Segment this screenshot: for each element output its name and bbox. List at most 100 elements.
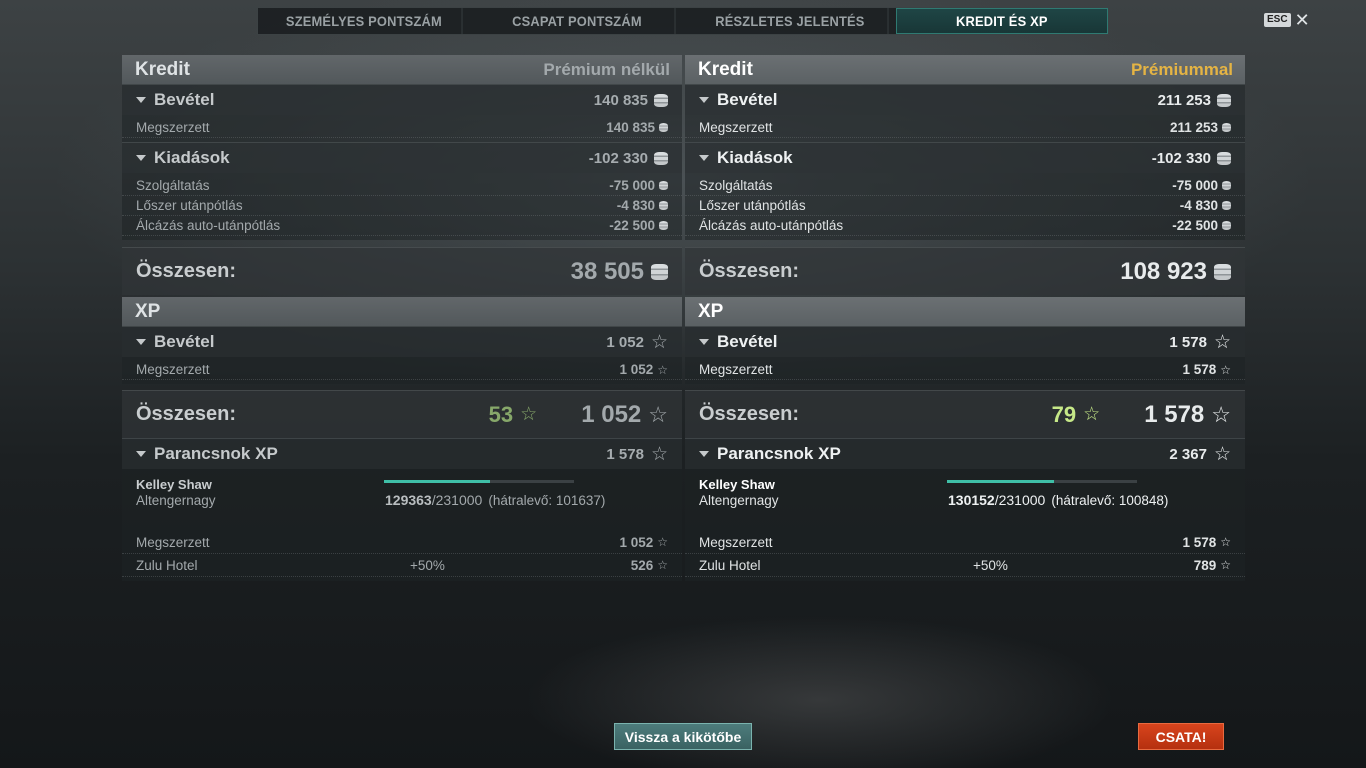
camo-label: Álcázás auto-utánpótlás: [699, 218, 844, 233]
collapse-triangle-icon[interactable]: [136, 97, 146, 103]
commander-xp-label: Parancsnok XP: [717, 444, 841, 463]
star-icon: ☆: [657, 558, 668, 572]
xp-income-value: 1 578: [1169, 333, 1207, 351]
commander-xp-progress: 129363/231000 (hátralevő: 101637): [385, 492, 605, 508]
collapse-triangle-icon[interactable]: [699, 97, 709, 103]
bonus-row: Zulu Hotel +50% 789 ☆: [685, 554, 1245, 577]
ammo-label: Lőszer utánpótlás: [699, 198, 806, 213]
collapse-triangle-icon[interactable]: [699, 451, 709, 457]
total-label: Összesen:: [136, 260, 237, 282]
xp-header: XP: [685, 297, 1245, 326]
xp-income-value: 1 052: [606, 333, 644, 351]
income-value: 211 253: [1157, 91, 1211, 109]
panel-no-premium: Kredit Prémium nélkül Bevétel 140 835 Me…: [122, 55, 682, 581]
panel-premium: Kredit Prémiummal Bevétel 211 253 Megsze…: [685, 55, 1245, 581]
xp-total-label: Összesen:: [699, 403, 800, 425]
free-xp-value: 53: [488, 401, 514, 427]
collapse-triangle-icon[interactable]: [699, 155, 709, 161]
star-icon: ☆: [1211, 401, 1231, 427]
xp-income-section[interactable]: Bevétel 1 578 ☆: [685, 326, 1245, 357]
credit-coin-icon: [1222, 221, 1231, 230]
income-section[interactable]: Bevétel 140 835: [122, 84, 682, 115]
star-icon: ☆: [1213, 331, 1231, 353]
service-label: Szolgáltatás: [136, 178, 210, 193]
collapse-triangle-icon[interactable]: [136, 155, 146, 161]
commander-earned-row: Megszerzett 1 052 ☆: [122, 531, 682, 554]
credit-title: Kredit: [698, 58, 753, 80]
tab-detailed-report[interactable]: RÉSZLETES JELENTÉS: [692, 8, 888, 34]
back-to-port-button[interactable]: Vissza a kikötőbe: [614, 723, 752, 750]
collapse-triangle-icon[interactable]: [136, 339, 146, 345]
credit-title: Kredit: [135, 58, 190, 80]
credit-header: Kredit Prémiummal: [685, 55, 1245, 84]
xp-header: XP: [122, 297, 682, 326]
earned-label: Megszerzett: [699, 120, 773, 135]
ammo-label: Lőszer utánpótlás: [136, 198, 243, 213]
progress-fill: [947, 480, 1054, 483]
service-row: Szolgáltatás -75 000: [122, 176, 682, 196]
close-icon[interactable]: ✕: [1295, 11, 1310, 29]
tab-personal-score[interactable]: SZEMÉLYES PONTSZÁM: [267, 8, 463, 34]
commander-xp-remaining: (hátralevő: 101637): [488, 493, 606, 508]
bonus-value: 789: [1193, 557, 1217, 573]
income-label: Bevétel: [717, 90, 778, 109]
esc-close[interactable]: ESC ✕: [1264, 11, 1310, 29]
collapse-triangle-icon[interactable]: [699, 339, 709, 345]
xp-total-label: Összesen:: [136, 403, 237, 425]
service-value: -75 000: [609, 178, 655, 193]
commander-xp-max: /231000: [431, 492, 483, 508]
esc-key-icon: ESC: [1264, 13, 1291, 27]
commander-xp-section[interactable]: Parancsnok XP 1 578 ☆: [122, 438, 682, 469]
xp-income-label: Bevétel: [154, 332, 215, 351]
credit-coin-icon: [1222, 123, 1231, 132]
credit-subtitle: Prémium nélkül: [543, 59, 670, 79]
commander-info: Kelley Shaw Altengernagy 130152/231000 (h…: [685, 469, 1245, 531]
credit-total: Összesen: 108 923: [685, 247, 1245, 295]
credit-coin-icon: [659, 221, 668, 230]
commander-xp-value: 1 578: [606, 445, 644, 463]
expenses-section[interactable]: Kiadások -102 330: [122, 142, 682, 173]
bonus-label: Zulu Hotel: [699, 557, 761, 573]
total-value: 38 505: [570, 257, 644, 285]
income-value: 140 835: [593, 91, 648, 109]
earned-row: Megszerzett 211 253: [685, 118, 1245, 138]
earned-value: 140 835: [606, 120, 655, 135]
xp-earned-value: 1 578: [1182, 362, 1217, 377]
tab-team-score[interactable]: CSAPAT PONTSZÁM: [479, 8, 675, 34]
bonus-row: Zulu Hotel +50% 526 ☆: [122, 554, 682, 577]
credit-total: Összesen: 38 505: [122, 247, 682, 295]
xp-earned-label: Megszerzett: [136, 362, 210, 377]
expenses-label: Kiadások: [154, 148, 230, 167]
commander-earned-label: Megszerzett: [136, 534, 210, 550]
income-section[interactable]: Bevétel 211 253: [685, 84, 1245, 115]
commander-xp-section[interactable]: Parancsnok XP 2 367 ☆: [685, 438, 1245, 469]
xp-total-value: 1 578: [1144, 400, 1205, 428]
total-label: Összesen:: [699, 260, 800, 282]
earned-label: Megszerzett: [136, 120, 210, 135]
credit-coin-icon: [659, 201, 668, 210]
xp-earned-label: Megszerzett: [699, 362, 773, 377]
bonus-value: 526: [630, 557, 654, 573]
expenses-label: Kiadások: [717, 148, 793, 167]
earned-row: Megszerzett 140 835: [122, 118, 682, 138]
credit-coin-icon: [1222, 181, 1231, 190]
credit-coin-icon: [1217, 93, 1231, 107]
battle-button[interactable]: CSATA!: [1138, 723, 1224, 750]
expenses-value: -102 330: [1151, 149, 1211, 167]
camo-row: Álcázás auto-utánpótlás -22 500: [122, 216, 682, 236]
xp-total: Összesen: 53 ☆ 1 052 ☆: [122, 390, 682, 438]
credit-coin-icon: [654, 93, 668, 107]
expenses-section[interactable]: Kiadások -102 330: [685, 142, 1245, 173]
star-icon: ☆: [1220, 362, 1231, 377]
tab-credits-xp[interactable]: KREDIT ÉS XP: [896, 8, 1108, 34]
xp-income-label: Bevétel: [717, 332, 778, 351]
progress-fill: [384, 480, 491, 483]
commander-earned-value: 1 052: [619, 534, 654, 550]
collapse-triangle-icon[interactable]: [136, 451, 146, 457]
credit-coin-icon: [659, 181, 668, 190]
commander-xp-progress-bar: [947, 480, 1137, 483]
commander-earned-row: Megszerzett 1 578 ☆: [685, 531, 1245, 554]
income-label: Bevétel: [154, 90, 215, 109]
xp-income-section[interactable]: Bevétel 1 052 ☆: [122, 326, 682, 357]
ammo-value: -4 830: [616, 198, 655, 213]
